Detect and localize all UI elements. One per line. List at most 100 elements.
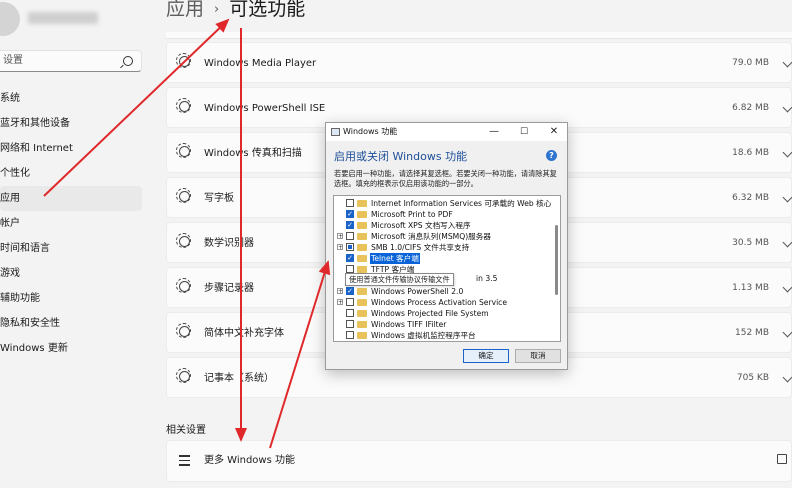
tree-item-label: Microsoft XPS 文档写入程序 <box>371 221 471 230</box>
checkbox[interactable] <box>346 309 354 317</box>
folder-icon <box>357 299 367 306</box>
open-external-icon <box>777 454 787 464</box>
chevron-down-icon[interactable] <box>782 102 792 113</box>
folder-icon <box>357 288 367 295</box>
gear-icon <box>176 368 191 383</box>
dialog-description: 若要启用一种功能，请选择其复选框。若要关闭一种功能，请清除其复选框。填充的框表示… <box>334 169 557 188</box>
sidebar: 设置 系统 蓝牙和其他设备 网络和 Internet 个性化 应用 帐户 时间和语言 游戏 辅助… <box>0 0 160 488</box>
feature-card[interactable]: Windows Media Player 79.0 MB <box>166 42 792 83</box>
folder-icon <box>357 266 367 273</box>
chevron-down-icon[interactable] <box>782 192 792 203</box>
tree-item-label: Windows PowerShell 2.0 <box>371 287 464 296</box>
user-name-redacted <box>28 12 98 24</box>
page-title: 可选功能 <box>229 0 306 20</box>
chevron-down-icon[interactable] <box>782 147 792 158</box>
checkbox[interactable]: ✓ <box>346 221 354 229</box>
minimize-button[interactable]: — <box>479 123 509 141</box>
expand-icon[interactable]: + <box>337 288 343 295</box>
sidebar-item[interactable]: 蓝牙和其他设备 <box>0 111 142 136</box>
breadcrumb-parent[interactable]: 应用 <box>166 0 204 20</box>
feature-size: 18.6 MB <box>732 148 769 158</box>
feature-size: 6.82 MB <box>732 103 769 113</box>
tree-scrollbar[interactable] <box>555 200 558 330</box>
checkbox[interactable] <box>346 320 354 328</box>
sidebar-nav: 系统 蓝牙和其他设备 网络和 Internet 个性化 应用 帐户 时间和语言 游戏 辅助功能隐… <box>0 86 142 361</box>
sidebar-item[interactable]: 应用 <box>0 186 142 211</box>
folder-icon <box>357 244 367 251</box>
feature-name: 数学识别器 <box>204 238 254 249</box>
tree-item-label: SMB 1.0/CIFS 文件共享支持 <box>371 243 470 252</box>
expand-icon[interactable]: + <box>337 233 343 240</box>
checkbox[interactable] <box>346 243 354 251</box>
scrollbar-thumb[interactable] <box>555 225 558 295</box>
dialog-titlebar[interactable]: Windows 功能 — ☐ ✕ <box>326 123 567 141</box>
sidebar-item[interactable]: Windows 更新 <box>0 336 142 361</box>
cancel-button[interactable]: 取消 <box>515 349 561 363</box>
more-windows-features-label: 更多 Windows 功能 <box>204 455 295 466</box>
feature-size: 152 MB <box>735 328 769 338</box>
sidebar-item[interactable]: 时间和语言 <box>0 236 142 261</box>
sidebar-item[interactable]: 隐私和安全性 <box>0 311 142 336</box>
gear-icon <box>176 188 191 203</box>
sidebar-item[interactable]: 个性化 <box>0 161 142 186</box>
tooltip: 使用普通文件传输协议传输文件 <box>345 273 454 286</box>
checkbox[interactable]: ✓ <box>346 210 354 218</box>
tree-item-label: Windows 虚拟机监控程序平台 <box>371 331 476 340</box>
ok-button[interactable]: 确定 <box>463 349 509 363</box>
folder-icon <box>357 233 367 240</box>
avatar[interactable] <box>0 2 20 36</box>
search-input[interactable]: 设置 <box>0 50 142 72</box>
feature-size: 6.32 MB <box>732 193 769 203</box>
sidebar-item[interactable]: 帐户 <box>0 211 142 236</box>
chevron-down-icon[interactable] <box>782 57 792 68</box>
feature-name: Windows Media Player <box>204 58 317 69</box>
feature-size: 30.5 MB <box>732 238 769 248</box>
expand-icon[interactable]: + <box>337 299 343 306</box>
checkbox[interactable] <box>346 199 354 207</box>
gear-icon <box>176 143 191 158</box>
expand-icon[interactable]: + <box>337 244 343 251</box>
tree-item-label: Windows TIFF IFilter <box>371 320 447 329</box>
dialog-title: Windows 功能 <box>343 127 398 136</box>
breadcrumb: 应用 › 可选功能 <box>166 0 305 21</box>
checkbox[interactable] <box>346 265 354 273</box>
folder-icon <box>357 321 367 328</box>
tree-item-label: Windows Projected File System <box>371 309 489 318</box>
related-settings-title: 相关设置 <box>166 425 206 436</box>
checkbox[interactable]: ✓ <box>346 254 354 262</box>
window-icon <box>331 128 340 136</box>
sidebar-item[interactable]: 辅助功能 <box>0 286 142 311</box>
checkbox[interactable] <box>346 331 354 339</box>
features-tree[interactable]: Internet Information Services 可承载的 Web 核… <box>333 195 561 342</box>
tree-item-label-partial: in 3.5 <box>476 274 498 283</box>
search-icon[interactable] <box>123 56 133 66</box>
list-icon <box>179 455 190 467</box>
folder-icon <box>357 332 367 339</box>
chevron-down-icon[interactable] <box>782 372 792 383</box>
chevron-down-icon[interactable] <box>782 237 792 248</box>
windows-features-dialog: Windows 功能 — ☐ ✕ 启用或关闭 Windows 功能 ? 若要启用… <box>325 122 568 370</box>
maximize-button[interactable]: ☐ <box>509 123 539 141</box>
more-windows-features-button[interactable]: 更多 Windows 功能 <box>166 440 792 482</box>
tree-item-label: Microsoft Print to PDF <box>371 210 453 219</box>
tree-item-label: Telnet 客户端 <box>370 253 420 264</box>
close-button[interactable]: ✕ <box>539 123 569 141</box>
gear-icon <box>176 98 191 113</box>
feature-name: Windows 传真和扫描 <box>204 148 302 159</box>
sidebar-item[interactable]: 网络和 Internet <box>0 136 142 161</box>
checkbox[interactable] <box>346 298 354 306</box>
gear-icon <box>176 233 191 248</box>
feature-size: 1.13 MB <box>732 283 769 293</box>
gear-icon <box>176 53 191 68</box>
checkbox[interactable]: ✓ <box>346 287 354 295</box>
chevron-down-icon[interactable] <box>782 327 792 338</box>
checkbox[interactable] <box>346 232 354 240</box>
help-icon[interactable]: ? <box>546 150 557 161</box>
tree-item-label: Internet Information Services 可承载的 Web 核… <box>371 199 552 208</box>
breadcrumb-separator: › <box>214 2 220 17</box>
sidebar-item[interactable]: 游戏 <box>0 261 142 286</box>
sidebar-item[interactable]: 系统 <box>0 86 142 111</box>
chevron-down-icon[interactable] <box>782 282 792 293</box>
dialog-heading: 启用或关闭 Windows 功能 <box>334 150 468 163</box>
search-placeholder: 设置 <box>3 55 23 66</box>
